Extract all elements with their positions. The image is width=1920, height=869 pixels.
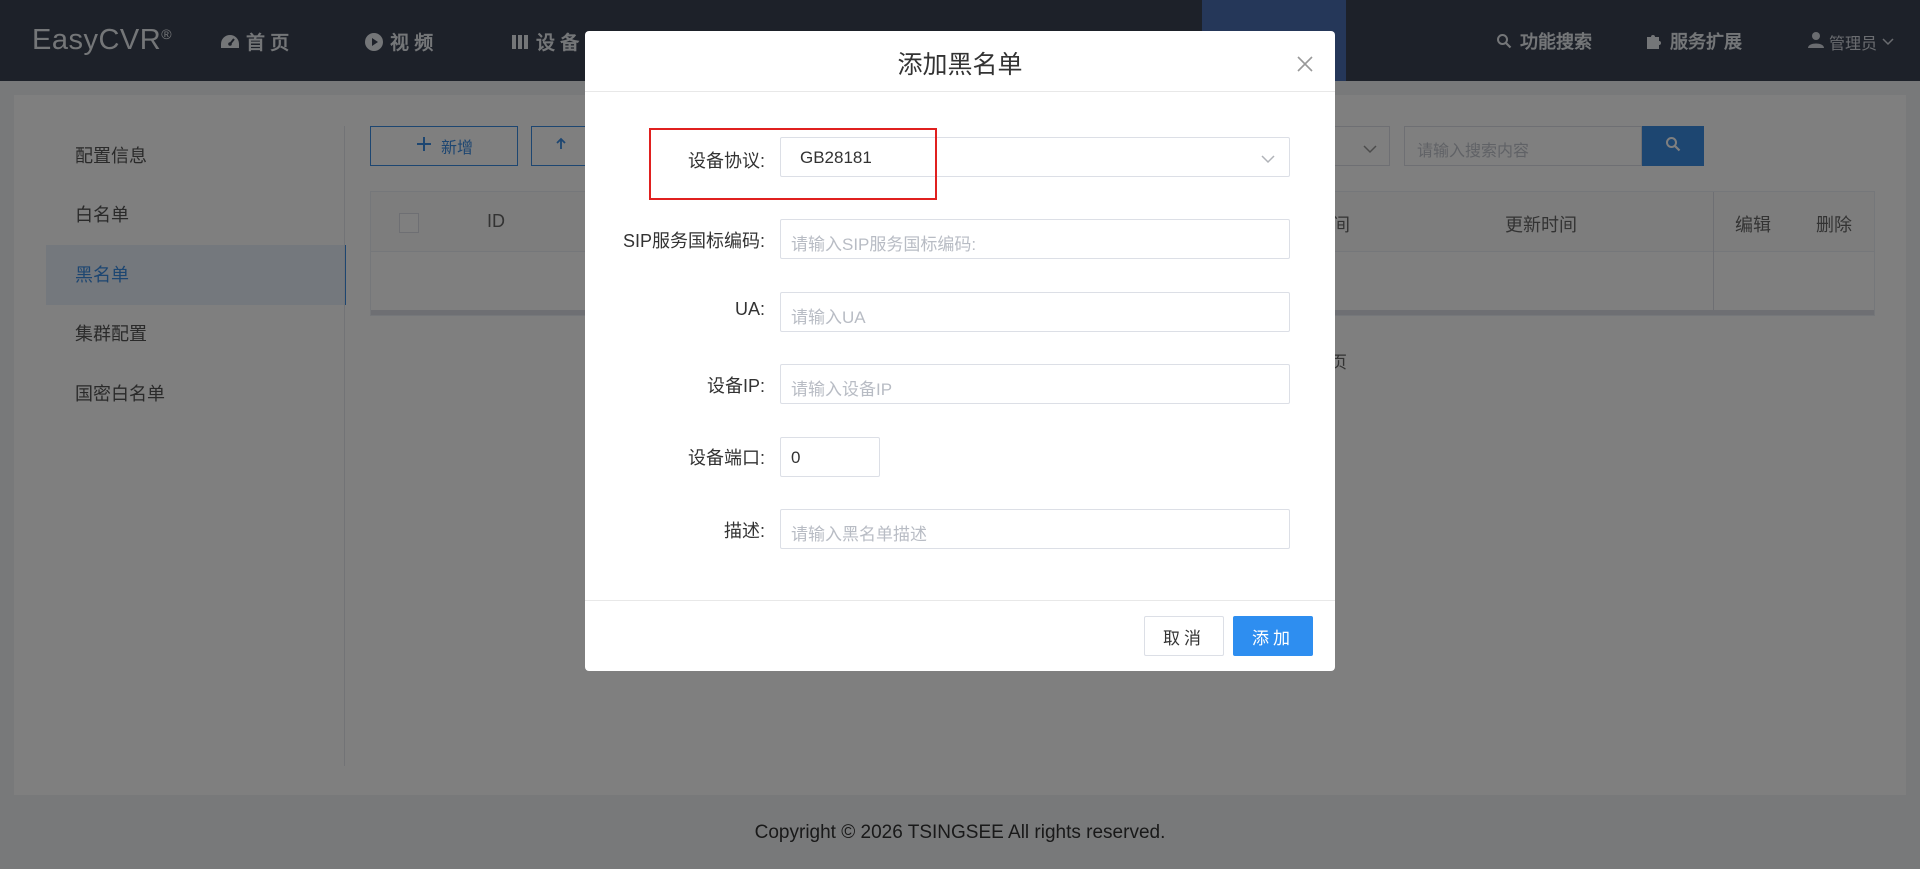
- add-submit-button[interactable]: 添加: [1233, 616, 1313, 656]
- cancel-button[interactable]: 取消: [1144, 616, 1224, 656]
- device-port-label: 设备端口:: [687, 448, 765, 468]
- ua-input[interactable]: 请输入UA: [780, 292, 1290, 332]
- device-ip-input[interactable]: 请输入设备IP: [780, 364, 1290, 404]
- device-ip-label: 设备IP:: [706, 376, 765, 396]
- dialog-title: 添加黑名单: [897, 51, 1023, 79]
- dialog-footer-divider: [585, 600, 1335, 601]
- sip-code-label: SIP服务国标编码:: [622, 231, 765, 251]
- description-label: 描述:: [723, 521, 765, 541]
- close-icon[interactable]: [1294, 53, 1316, 75]
- sip-code-input[interactable]: 请输入SIP服务国标编码:: [780, 219, 1290, 259]
- device-port-input[interactable]: 0: [780, 437, 880, 477]
- ua-label: UA:: [734, 299, 765, 319]
- chevron-down-icon: [1261, 151, 1275, 165]
- highlight-box: [649, 128, 937, 200]
- dialog-header-divider: [585, 91, 1335, 92]
- description-input[interactable]: 请输入黑名单描述: [780, 509, 1290, 549]
- add-blacklist-dialog: 添加黑名单 设备协议: GB28181 SIP服务国标编码: 请输入SIP服务国…: [585, 31, 1335, 671]
